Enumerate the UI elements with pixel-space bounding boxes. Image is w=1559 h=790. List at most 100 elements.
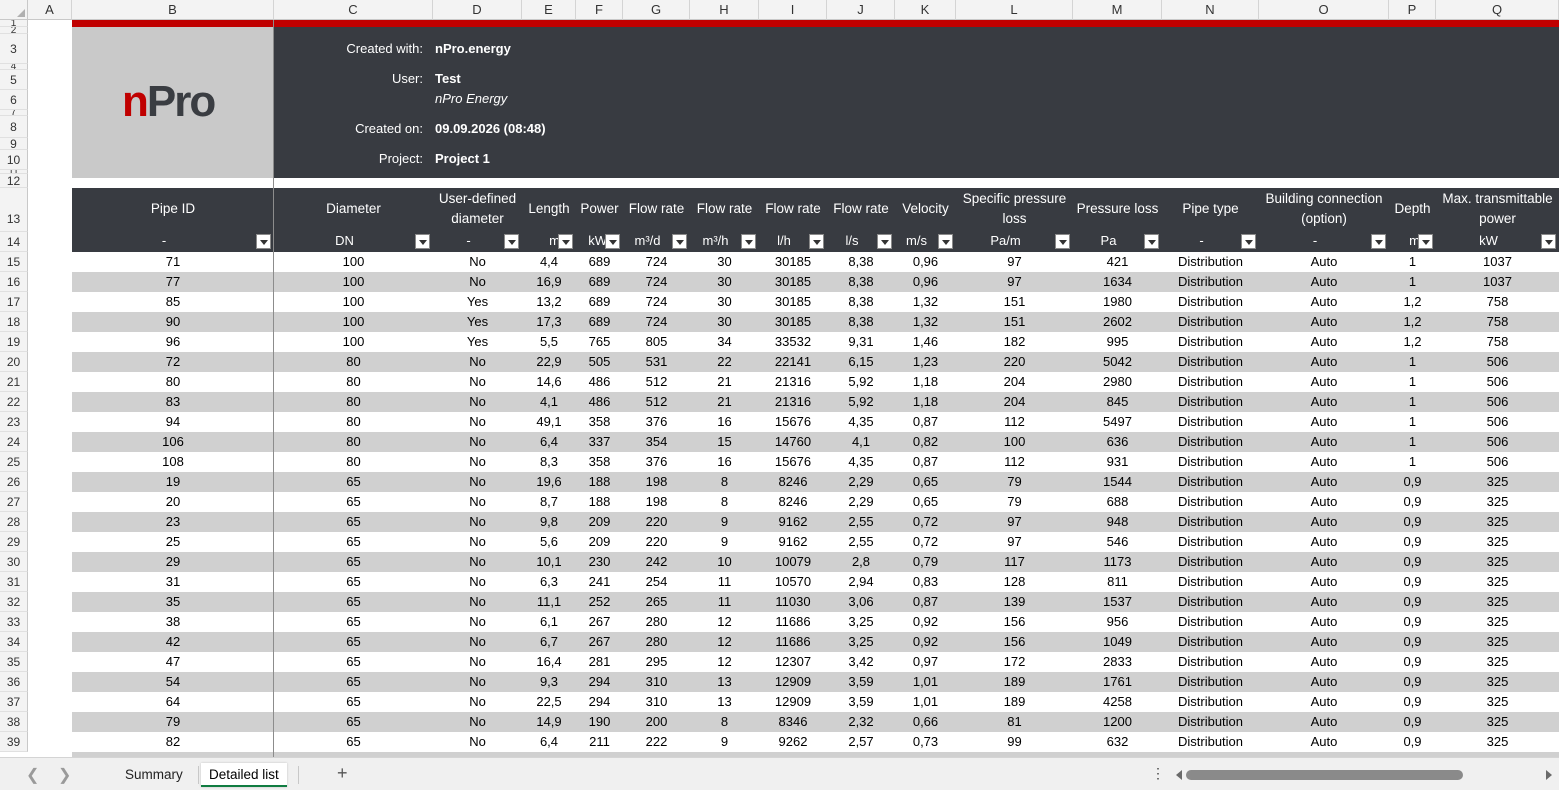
- table-cell[interactable]: 486: [576, 392, 623, 412]
- row-header[interactable]: 1: [0, 20, 28, 27]
- table-cell[interactable]: 0,9: [1389, 712, 1436, 732]
- table-cell[interactable]: No: [433, 712, 522, 732]
- table-cell[interactable]: 9,31: [827, 332, 895, 352]
- created-with-value[interactable]: nPro.energy: [435, 41, 511, 56]
- table-cell[interactable]: Auto: [1259, 432, 1389, 452]
- table-cell[interactable]: No: [433, 512, 522, 532]
- table-cell[interactable]: No: [433, 692, 522, 712]
- column-header-h[interactable]: H: [690, 0, 759, 20]
- table-cell[interactable]: 546: [1073, 532, 1162, 552]
- table-cell[interactable]: 421: [1073, 252, 1162, 272]
- row-header[interactable]: 36: [0, 672, 28, 692]
- row-header[interactable]: 38: [0, 712, 28, 732]
- table-cell[interactable]: 4,1: [522, 392, 576, 412]
- table-cell[interactable]: Distribution: [1162, 692, 1259, 712]
- table-cell[interactable]: 1980: [1073, 292, 1162, 312]
- table-cell[interactable]: Auto: [1259, 352, 1389, 372]
- table-cell[interactable]: 16,9: [522, 272, 576, 292]
- horizontal-scrollbar[interactable]: [1186, 770, 1463, 780]
- table-cell[interactable]: No: [433, 472, 522, 492]
- table-cell[interactable]: Auto: [1259, 592, 1389, 612]
- table-cell[interactable]: 211: [576, 732, 623, 752]
- row-header[interactable]: 16: [0, 272, 28, 292]
- table-cell[interactable]: 11686: [759, 612, 827, 632]
- tab-summary[interactable]: Summary: [117, 763, 191, 787]
- table-cell[interactable]: 65: [274, 712, 433, 732]
- table-cell[interactable]: 1: [1389, 252, 1436, 272]
- table-cell[interactable]: Distribution: [1162, 352, 1259, 372]
- table-cell[interactable]: 21316: [759, 372, 827, 392]
- table-cell[interactable]: 995: [1073, 332, 1162, 352]
- table-cell[interactable]: Yes: [433, 332, 522, 352]
- table-cell[interactable]: 14760: [759, 432, 827, 452]
- table-cell[interactable]: 4,1: [827, 432, 895, 452]
- table-cell[interactable]: 16,4: [522, 652, 576, 672]
- table-cell[interactable]: 2,29: [827, 472, 895, 492]
- table-cell[interactable]: 1,46: [895, 332, 956, 352]
- table-cell[interactable]: 325: [1436, 672, 1559, 692]
- table-cell[interactable]: 42: [72, 632, 274, 652]
- table-cell[interactable]: 241: [576, 572, 623, 592]
- table-cell[interactable]: 1,2: [1389, 292, 1436, 312]
- table-cell[interactable]: Distribution: [1162, 572, 1259, 592]
- row-header[interactable]: 30: [0, 552, 28, 572]
- table-cell[interactable]: 512: [623, 372, 690, 392]
- table-cell[interactable]: 117: [956, 552, 1073, 572]
- table-cell[interactable]: 22,5: [522, 692, 576, 712]
- table-cell[interactable]: 21: [690, 372, 759, 392]
- row-header[interactable]: 10: [0, 150, 28, 170]
- table-cell[interactable]: 13,2: [522, 292, 576, 312]
- table-cell[interactable]: 11686: [759, 632, 827, 652]
- table-cell[interactable]: 9262: [759, 732, 827, 752]
- table-cell[interactable]: 2,55: [827, 532, 895, 552]
- table-cell[interactable]: Auto: [1259, 532, 1389, 552]
- user-value[interactable]: Test: [435, 71, 461, 86]
- table-cell[interactable]: 94: [72, 412, 274, 432]
- table-cell[interactable]: 6,1: [522, 612, 576, 632]
- table-cell[interactable]: Distribution: [1162, 392, 1259, 412]
- table-cell[interactable]: 5,6: [522, 532, 576, 552]
- table-cell[interactable]: 29: [72, 552, 274, 572]
- table-cell[interactable]: 636: [1073, 432, 1162, 452]
- table-cell[interactable]: Distribution: [1162, 432, 1259, 452]
- column-header-q[interactable]: Q: [1436, 0, 1559, 20]
- table-cell[interactable]: 280: [623, 632, 690, 652]
- table-cell[interactable]: 5,92: [827, 372, 895, 392]
- table-cell[interactable]: 0,9: [1389, 732, 1436, 752]
- table-cell[interactable]: 65: [274, 552, 433, 572]
- table-cell[interactable]: 71: [72, 252, 274, 272]
- table-cell[interactable]: 11030: [759, 592, 827, 612]
- table-cell[interactable]: 724: [623, 312, 690, 332]
- table-cell[interactable]: 82: [72, 732, 274, 752]
- table-cell[interactable]: 6,3: [522, 572, 576, 592]
- table-cell[interactable]: Distribution: [1162, 632, 1259, 652]
- created-on-value[interactable]: 09.09.2026 (08:48): [435, 121, 546, 136]
- table-cell[interactable]: 0,73: [895, 732, 956, 752]
- table-cell[interactable]: 190: [576, 712, 623, 732]
- table-cell[interactable]: 209: [576, 512, 623, 532]
- table-cell[interactable]: 4,35: [827, 412, 895, 432]
- table-cell[interactable]: Auto: [1259, 552, 1389, 572]
- column-header-e[interactable]: E: [522, 0, 576, 20]
- table-cell[interactable]: Auto: [1259, 492, 1389, 512]
- filter-dropdown-icon[interactable]: [1241, 234, 1256, 249]
- table-cell[interactable]: 38: [72, 612, 274, 632]
- row-header[interactable]: 13: [0, 188, 28, 232]
- table-cell[interactable]: 805: [623, 332, 690, 352]
- filter-dropdown-icon[interactable]: [1418, 234, 1433, 249]
- column-header-i[interactable]: I: [759, 0, 827, 20]
- row-header[interactable]: 6: [0, 90, 28, 110]
- table-cell[interactable]: 8246: [759, 472, 827, 492]
- table-cell[interactable]: 189: [956, 672, 1073, 692]
- row-header[interactable]: 31: [0, 572, 28, 592]
- table-cell[interactable]: 22: [690, 352, 759, 372]
- column-header-j[interactable]: J: [827, 0, 895, 20]
- table-cell[interactable]: 506: [1436, 372, 1559, 392]
- table-cell[interactable]: 100: [274, 312, 433, 332]
- table-cell[interactable]: 8: [690, 492, 759, 512]
- table-cell[interactable]: 83: [72, 392, 274, 412]
- row-header[interactable]: 15: [0, 252, 28, 272]
- row-header[interactable]: 20: [0, 352, 28, 372]
- table-cell[interactable]: No: [433, 272, 522, 292]
- table-cell[interactable]: 100: [274, 272, 433, 292]
